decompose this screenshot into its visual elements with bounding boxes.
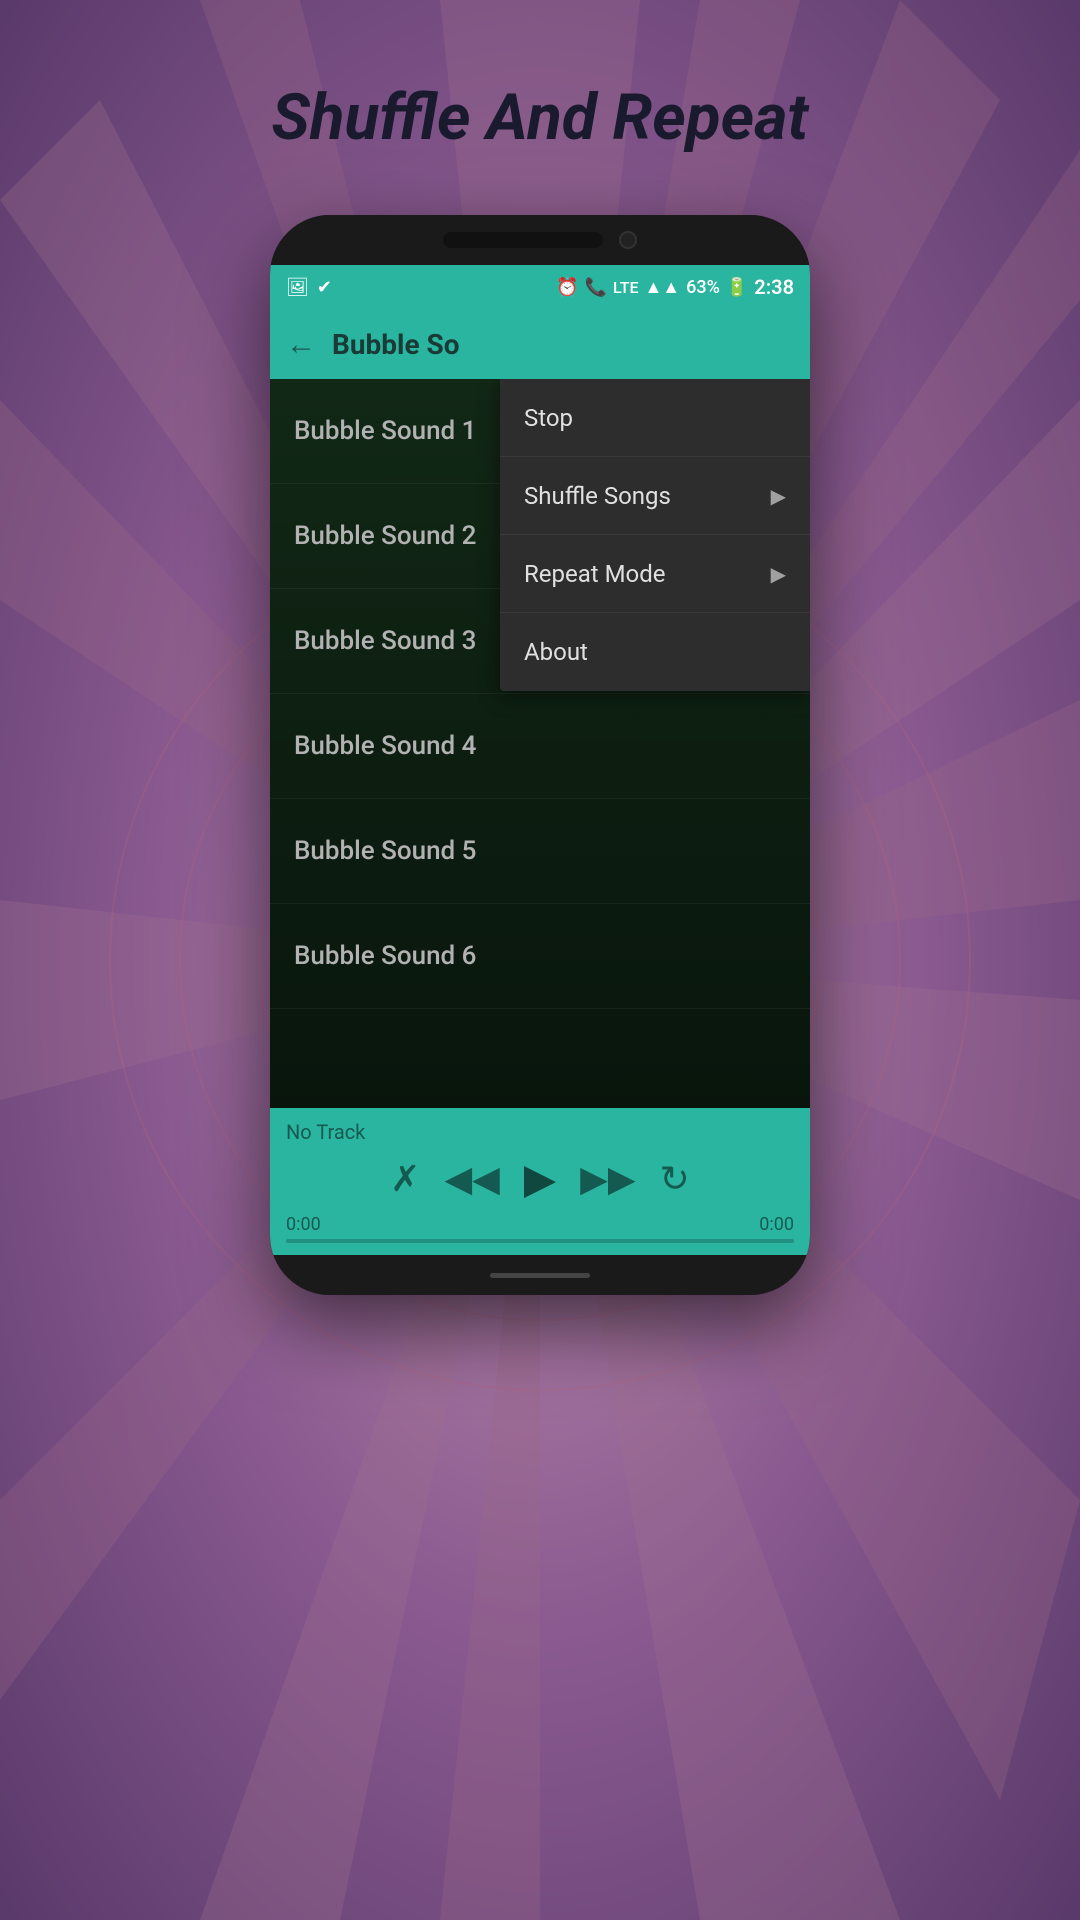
dropdown-repeat-label: Repeat Mode bbox=[524, 560, 665, 588]
prev-button[interactable]: ◀◀ bbox=[444, 1158, 499, 1200]
signal-bars: ▲▲ bbox=[644, 277, 680, 298]
battery-icon: 🔋 bbox=[726, 277, 748, 298]
app-bar-title: Bubble So bbox=[332, 328, 460, 361]
progress-bar[interactable] bbox=[286, 1239, 794, 1243]
repeat-button[interactable]: ↻ bbox=[660, 1158, 690, 1200]
dropdown-item-shuffle[interactable]: Shuffle Songs ▶ bbox=[500, 457, 810, 535]
dropdown-menu: Stop Shuffle Songs ▶ Repeat Mode ▶ About bbox=[500, 379, 810, 691]
dropdown-shuffle-label: Shuffle Songs bbox=[524, 482, 671, 510]
app-bar: ← Bubble So bbox=[270, 309, 810, 379]
next-button[interactable]: ▶▶ bbox=[580, 1158, 635, 1200]
time-end: 0:00 bbox=[759, 1214, 794, 1235]
notification-icon: 🖼 bbox=[286, 277, 309, 298]
battery-percent: 63% bbox=[686, 277, 720, 298]
dropdown-item-repeat[interactable]: Repeat Mode ▶ bbox=[500, 535, 810, 613]
call-icon: 📞 bbox=[585, 277, 607, 298]
page-title: Shuffle And Repeat bbox=[0, 0, 1080, 215]
status-left: 🖼 ✔ bbox=[286, 277, 332, 298]
repeat-arrow-icon: ▶ bbox=[771, 562, 786, 586]
home-indicator bbox=[490, 1273, 590, 1278]
back-button[interactable]: ← bbox=[286, 327, 316, 362]
track-name: No Track bbox=[286, 1120, 794, 1144]
phone-camera bbox=[619, 231, 637, 249]
check-icon: ✔ bbox=[317, 277, 332, 298]
lte-label: LTE bbox=[613, 278, 638, 297]
time-start: 0:00 bbox=[286, 1214, 321, 1235]
play-button[interactable]: ▶ bbox=[524, 1154, 556, 1204]
bottom-player: No Track ✗ ◀◀ ▶ ▶▶ ↻ 0:00 0:00 bbox=[270, 1108, 810, 1255]
status-bar: 🖼 ✔ ⏰ 📞 LTE ▲▲ 63% 🔋 2:38 bbox=[270, 265, 810, 309]
dropdown-item-stop[interactable]: Stop bbox=[500, 379, 810, 457]
phone-speaker bbox=[443, 232, 603, 248]
content-area: Bubble Sound 1 Bubble Sound 2 Bubble Sou… bbox=[270, 379, 810, 1108]
phone-bottom bbox=[270, 1255, 810, 1295]
shuffle-arrow-icon: ▶ bbox=[771, 484, 786, 508]
dropdown-about-label: About bbox=[524, 638, 588, 666]
dropdown-stop-label: Stop bbox=[524, 404, 573, 432]
dropdown-item-about[interactable]: About bbox=[500, 613, 810, 691]
phone-frame: 🖼 ✔ ⏰ 📞 LTE ▲▲ 63% 🔋 2:38 ← Bubble So Bu… bbox=[270, 215, 810, 1295]
shuffle-button[interactable]: ✗ bbox=[390, 1158, 420, 1200]
time-row: 0:00 0:00 bbox=[286, 1214, 794, 1235]
phone-top-bar bbox=[270, 215, 810, 265]
clock: 2:38 bbox=[754, 275, 794, 299]
status-right: ⏰ 📞 LTE ▲▲ 63% 🔋 2:38 bbox=[556, 275, 794, 299]
alarm-icon: ⏰ bbox=[556, 277, 578, 298]
player-controls: ✗ ◀◀ ▶ ▶▶ ↻ bbox=[286, 1154, 794, 1204]
